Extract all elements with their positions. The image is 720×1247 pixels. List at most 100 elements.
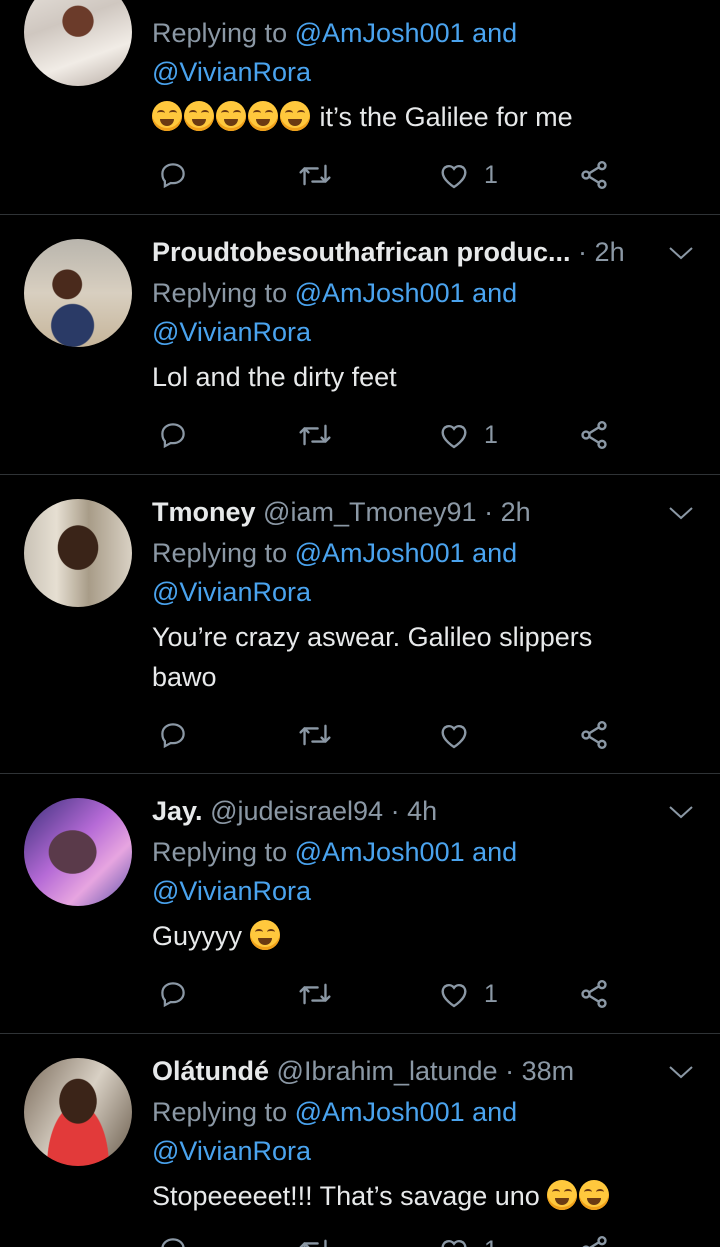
retweet-icon [299, 424, 331, 446]
tweet-text: Lol and the dirty feet [152, 362, 397, 392]
timestamp[interactable]: 4h [407, 796, 437, 826]
mention-link[interactable]: @VivianRora [152, 317, 311, 347]
mention-link[interactable]: @VivianRora [152, 577, 311, 607]
like-count: 1 [484, 979, 498, 1008]
like-button[interactable]: 1 [438, 974, 498, 1014]
tweet-actions: 1 [150, 1230, 630, 1247]
reply-button[interactable] [158, 155, 188, 195]
like-icon [441, 983, 467, 1008]
mention-link[interactable]: @VivianRora [152, 876, 311, 906]
like-count: 1 [484, 160, 498, 189]
like-icon [441, 724, 467, 749]
like-count: 1 [484, 420, 498, 449]
retweet-button[interactable] [298, 1230, 332, 1247]
tweet-text: You’re crazy aswear. Galileo slippers ba… [152, 622, 593, 692]
like-count: 1 [484, 1236, 498, 1247]
retweet-button[interactable] [298, 715, 332, 755]
timestamp[interactable]: 2h [501, 497, 531, 527]
like-button[interactable]: 1 [438, 155, 498, 195]
share-icon [581, 421, 607, 449]
like-icon [441, 424, 467, 449]
tears-of-joy-emoji-icon [249, 920, 280, 950]
share-button[interactable] [578, 715, 610, 755]
chevron-down-icon[interactable] [668, 1064, 694, 1080]
reply-button[interactable] [158, 974, 188, 1014]
display-name[interactable]: Jay. [152, 796, 203, 826]
tweet-text: Guyyyy [152, 916, 692, 956]
tweet[interactable]: Olátundé @Ibrahim_latunde · 38m Replying… [0, 1034, 720, 1247]
mention-link[interactable]: @AmJosh001 [295, 837, 465, 867]
mention-link[interactable]: @VivianRora [152, 1136, 311, 1166]
tweet[interactable]: Proudtobesouthafrican produc... · 2h Rep… [0, 215, 720, 474]
tweet-text: Stopeeeeet!!! That’s savage uno [152, 1176, 692, 1216]
reply-button[interactable] [158, 715, 188, 755]
avatar[interactable] [24, 239, 132, 347]
replying-to: Replying to @AmJosh001 and @VivianRora [152, 1097, 518, 1166]
share-icon [581, 161, 607, 189]
tweet-header: Olátundé @Ibrahim_latunde · 38m [152, 1056, 575, 1086]
tweet-actions: 1 [150, 155, 630, 195]
reply-button[interactable] [158, 415, 188, 455]
tweet-actions: 1 [150, 974, 630, 1014]
display-name[interactable]: Olátundé [152, 1056, 269, 1086]
tweet-text: it’s the Galilee for me [152, 97, 692, 137]
tweet-header: Tmoney @iam_Tmoney91 · 2h [152, 497, 531, 527]
tweet-header: Proudtobesouthafrican produc... · 2h [152, 237, 625, 267]
retweet-icon [299, 164, 331, 186]
like-button[interactable]: 1 [438, 415, 498, 455]
mention-link[interactable]: @AmJosh001 [295, 18, 465, 48]
user-handle[interactable]: @judeisrael94 [210, 796, 383, 826]
retweet-button[interactable] [298, 415, 332, 455]
avatar[interactable] [24, 499, 132, 607]
retweet-button[interactable] [298, 155, 332, 195]
like-button[interactable]: 1 [438, 1230, 498, 1247]
reply-icon [161, 163, 185, 189]
share-button[interactable] [578, 974, 610, 1014]
timestamp[interactable]: 38m [522, 1056, 575, 1086]
replying-to: Replying to @AmJosh001 and @VivianRora [152, 278, 518, 347]
tweet[interactable]: Tmoney @iam_Tmoney91 · 2h Replying to @A… [0, 475, 720, 773]
replying-to: Replying to @AmJosh001 and @VivianRora [152, 18, 518, 87]
share-button[interactable] [578, 155, 610, 195]
tweet[interactable]: Jay. @judeisrael94 · 4h Replying to @AmJ… [0, 774, 720, 1033]
tears-of-joy-emoji-icon [579, 1180, 610, 1210]
reply-button[interactable] [158, 1230, 188, 1247]
mention-link[interactable]: @VivianRora [152, 57, 311, 87]
replying-to: Replying to @AmJosh001 and @VivianRora [152, 837, 518, 906]
retweet-button[interactable] [298, 974, 332, 1014]
share-icon [581, 980, 607, 1008]
like-button[interactable] [438, 715, 484, 755]
retweet-icon [299, 983, 331, 1005]
mention-link[interactable]: @AmJosh001 [295, 278, 465, 308]
avatar[interactable] [24, 1058, 132, 1166]
tweet-header: Jay. @judeisrael94 · 4h [152, 796, 438, 826]
rolling-laughing-emoji-icon [547, 1180, 578, 1210]
chevron-down-icon[interactable] [668, 505, 694, 521]
tweet[interactable]: Replying to @AmJosh001 and @VivianRora i… [0, 0, 720, 214]
display-name[interactable]: Tmoney [152, 497, 256, 527]
like-icon [441, 1239, 467, 1247]
reply-icon [161, 423, 185, 449]
share-icon [582, 1236, 607, 1247]
share-icon [581, 721, 607, 749]
user-handle[interactable]: @Ibrahim_latunde [277, 1056, 498, 1086]
tweet-actions: 1 [150, 415, 630, 455]
like-icon [441, 164, 467, 189]
reply-icon [161, 723, 185, 749]
user-handle[interactable]: @iam_Tmoney91 [263, 497, 477, 527]
tweet-actions [150, 715, 630, 755]
mention-link[interactable]: @AmJosh001 [295, 538, 465, 568]
chevron-down-icon[interactable] [668, 804, 694, 820]
reply-icon [161, 1238, 185, 1247]
share-button[interactable] [578, 415, 610, 455]
laughing-emoji-icon [152, 101, 312, 132]
timestamp[interactable]: 2h [595, 237, 625, 267]
retweet-icon [299, 1239, 327, 1247]
mention-link[interactable]: @AmJosh001 [295, 1097, 465, 1127]
avatar[interactable] [24, 0, 132, 86]
share-button[interactable] [578, 1230, 610, 1247]
avatar[interactable] [24, 798, 132, 906]
replying-to: Replying to @AmJosh001 and @VivianRora [152, 538, 518, 607]
chevron-down-icon[interactable] [668, 245, 694, 261]
display-name[interactable]: Proudtobesouthafrican produc... [152, 237, 571, 267]
